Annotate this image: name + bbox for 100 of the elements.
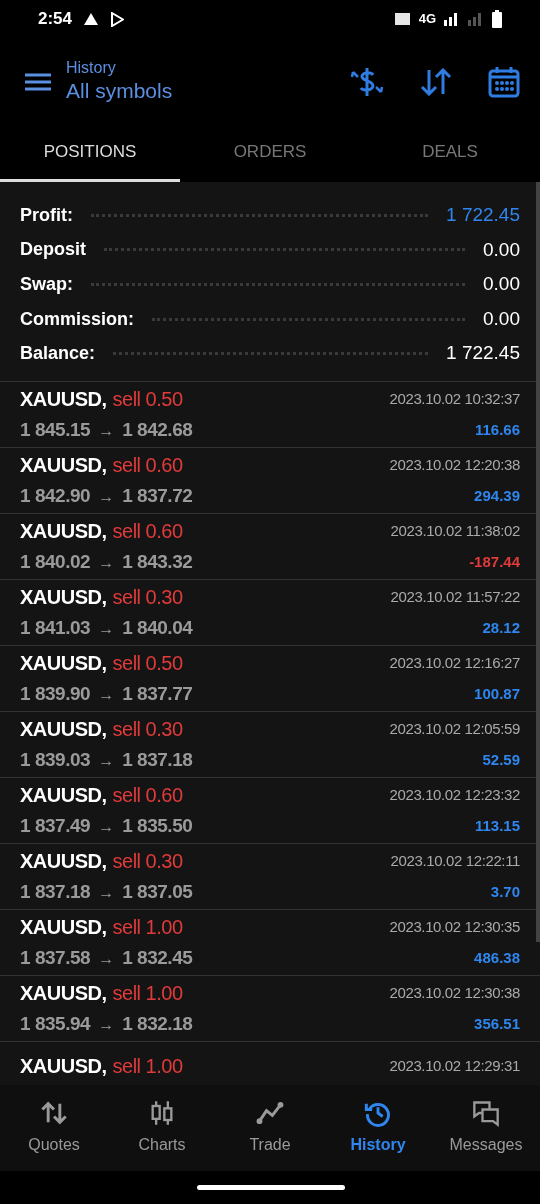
trade-profit: 3.70 bbox=[490, 882, 520, 903]
close-price: 1 843.32 bbox=[122, 550, 193, 575]
play-icon bbox=[110, 11, 125, 27]
tab[interactable]: ORDERS bbox=[180, 125, 360, 182]
summary-value: 1 722.45 bbox=[446, 203, 520, 228]
open-price: 1 842.90 bbox=[20, 484, 91, 509]
battery-icon bbox=[492, 10, 502, 28]
trade-icon bbox=[256, 1099, 284, 1127]
summary-label: Swap: bbox=[20, 273, 73, 296]
summary-value: 1 722.45 bbox=[446, 341, 520, 366]
volte-icon bbox=[393, 12, 411, 26]
trade-side: sell 1.00 bbox=[112, 981, 183, 1007]
trade-side: sell 1.00 bbox=[112, 915, 183, 941]
trade-profit: 294.39 bbox=[474, 486, 520, 507]
trade-time: 2023.10.02 12:05:59 bbox=[389, 719, 520, 739]
arrow-icon: → bbox=[98, 418, 115, 443]
sort-icon[interactable] bbox=[420, 67, 452, 96]
open-price: 1 845.15 bbox=[20, 418, 91, 443]
symbol-label: XAUUSD, bbox=[20, 981, 107, 1007]
nav-tab[interactable]: Charts bbox=[108, 1085, 216, 1171]
nav-tab[interactable]: Messages bbox=[432, 1085, 540, 1171]
symbol-label: XAUUSD, bbox=[20, 651, 107, 677]
close-price: 1 837.18 bbox=[122, 748, 193, 773]
trade-time: 2023.10.02 12:20:38 bbox=[389, 455, 520, 475]
arrow-icon: → bbox=[98, 1012, 115, 1037]
trade-profit: 113.15 bbox=[474, 816, 520, 837]
arrow-icon: → bbox=[98, 682, 115, 707]
summary-value: 0.00 bbox=[483, 272, 520, 297]
trade-profit: 356.51 bbox=[474, 1014, 520, 1035]
open-price: 1 840.02 bbox=[20, 550, 91, 575]
trade-time: 2023.10.02 12:23:32 bbox=[389, 785, 520, 805]
symbol-label: XAUUSD, bbox=[20, 585, 107, 611]
dollar-exchange-icon[interactable] bbox=[350, 65, 384, 98]
symbol-label: XAUUSD, bbox=[20, 1054, 107, 1079]
symbol-label: XAUUSD, bbox=[20, 387, 107, 413]
scrollbar[interactable] bbox=[536, 182, 540, 942]
open-price: 1 835.94 bbox=[20, 1012, 91, 1037]
close-price: 1 840.04 bbox=[122, 616, 193, 641]
calendar-icon[interactable] bbox=[488, 65, 520, 98]
screen-subtitle: History bbox=[66, 58, 117, 79]
open-price: 1 841.03 bbox=[20, 616, 91, 641]
close-price: 1 832.18 bbox=[122, 1012, 193, 1037]
arrow-icon: → bbox=[98, 880, 115, 905]
close-price: 1 837.72 bbox=[122, 484, 193, 509]
trade-side: sell 0.60 bbox=[112, 453, 183, 479]
symbol-label: XAUUSD, bbox=[20, 915, 107, 941]
trade-profit: 486.38 bbox=[474, 948, 520, 969]
trade-time: 2023.10.02 12:30:38 bbox=[389, 983, 520, 1003]
close-price: 1 842.68 bbox=[122, 418, 193, 443]
trade-time: 2023.10.02 12:16:27 bbox=[389, 653, 520, 673]
close-price: 1 837.77 bbox=[122, 682, 193, 707]
open-price: 1 839.03 bbox=[20, 748, 91, 773]
trade-time: 2023.10.02 11:38:02 bbox=[390, 521, 520, 541]
signal-icon bbox=[468, 12, 484, 26]
open-price: 1 837.18 bbox=[20, 880, 91, 905]
arrow-icon: → bbox=[98, 550, 115, 575]
open-price: 1 837.58 bbox=[20, 946, 91, 971]
trade-profit: 100.87 bbox=[474, 684, 520, 705]
symbol-label: XAUUSD, bbox=[20, 783, 107, 809]
symbol-label: XAUUSD, bbox=[20, 849, 107, 875]
trade-time: 2023.10.02 12:22:11 bbox=[390, 851, 520, 871]
open-price: 1 839.90 bbox=[20, 682, 91, 707]
nav-tab[interactable]: History bbox=[324, 1085, 432, 1171]
trade-side: sell 0.60 bbox=[112, 519, 183, 545]
screen-title[interactable]: All symbols bbox=[66, 78, 173, 105]
trade-profit: 116.66 bbox=[474, 420, 520, 441]
open-price: 1 837.49 bbox=[20, 814, 91, 839]
trade-profit: -187.44 bbox=[469, 552, 520, 573]
summary-value: 0.00 bbox=[483, 306, 520, 331]
nav-tab[interactable]: Quotes bbox=[0, 1085, 108, 1171]
quotes-icon bbox=[40, 1099, 68, 1127]
trade-side: sell 0.30 bbox=[112, 585, 183, 611]
summary-label: Profit: bbox=[20, 203, 73, 227]
trade-time: 2023.10.02 12:29:31 bbox=[389, 1055, 520, 1076]
arrow-icon: → bbox=[98, 748, 115, 773]
tab[interactable]: DEALS bbox=[360, 125, 540, 182]
summary-label: Balance: bbox=[20, 342, 96, 366]
summary-label: Deposit bbox=[20, 238, 86, 262]
trade-time: 2023.10.02 10:32:37 bbox=[389, 389, 520, 409]
trade-side: sell 0.60 bbox=[112, 783, 183, 809]
warning-icon bbox=[84, 13, 99, 25]
symbol-label: XAUUSD, bbox=[20, 519, 107, 545]
arrow-icon: → bbox=[98, 946, 115, 971]
summary-label: Commission: bbox=[20, 307, 134, 331]
nav-tab[interactable]: Trade bbox=[216, 1085, 324, 1171]
network-type: 4G bbox=[418, 10, 436, 29]
trade-time: 2023.10.02 12:30:35 bbox=[389, 917, 520, 937]
trade-profit: 52.59 bbox=[482, 750, 520, 771]
arrow-icon: → bbox=[98, 616, 115, 641]
close-price: 1 832.45 bbox=[122, 946, 193, 971]
arrow-icon: → bbox=[98, 484, 115, 509]
symbol-label: XAUUSD, bbox=[20, 453, 107, 479]
trade-side: sell 1.00 bbox=[112, 1054, 183, 1079]
trade-time: 2023.10.02 11:57:22 bbox=[390, 587, 520, 607]
signal-icon bbox=[444, 12, 460, 26]
menu-icon[interactable] bbox=[25, 72, 51, 91]
summary-value: 0.00 bbox=[483, 237, 520, 262]
trade-side: sell 0.50 bbox=[112, 651, 183, 677]
trade-side: sell 0.50 bbox=[112, 387, 183, 413]
status-time: 2:54 bbox=[38, 8, 73, 31]
